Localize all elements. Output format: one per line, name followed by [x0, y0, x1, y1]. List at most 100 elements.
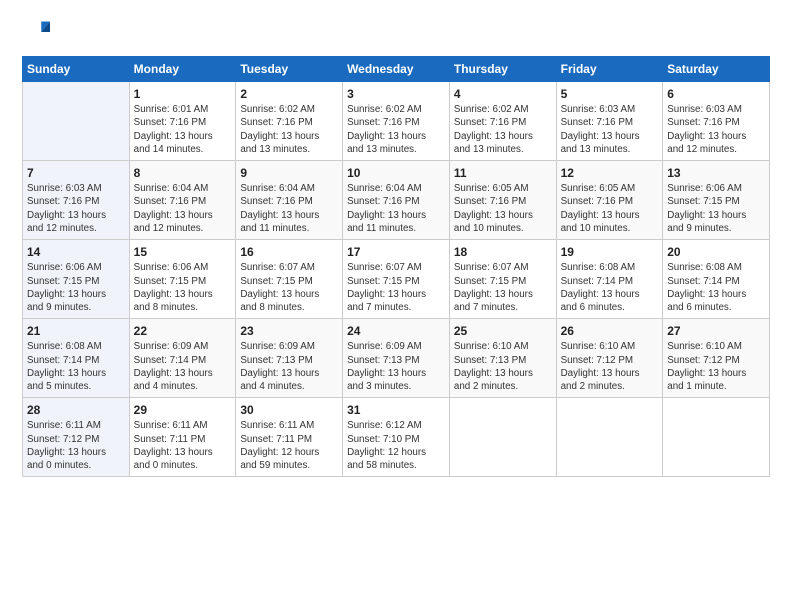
calendar-cell: 10Sunrise: 6:04 AM Sunset: 7:16 PM Dayli…: [343, 161, 450, 240]
day-info: Sunrise: 6:07 AM Sunset: 7:15 PM Dayligh…: [454, 261, 552, 314]
day-info: Sunrise: 6:10 AM Sunset: 7:12 PM Dayligh…: [667, 340, 765, 393]
day-number: 27: [667, 323, 765, 339]
calendar-cell: 31Sunrise: 6:12 AM Sunset: 7:10 PM Dayli…: [343, 398, 450, 477]
calendar-cell: 11Sunrise: 6:05 AM Sunset: 7:16 PM Dayli…: [449, 161, 556, 240]
day-number: 18: [454, 244, 552, 260]
calendar-cell: 21Sunrise: 6:08 AM Sunset: 7:14 PM Dayli…: [23, 319, 130, 398]
day-info: Sunrise: 6:07 AM Sunset: 7:15 PM Dayligh…: [347, 261, 445, 314]
calendar-cell: 7Sunrise: 6:03 AM Sunset: 7:16 PM Daylig…: [23, 161, 130, 240]
calendar-cell: 26Sunrise: 6:10 AM Sunset: 7:12 PM Dayli…: [556, 319, 663, 398]
calendar-cell: 6Sunrise: 6:03 AM Sunset: 7:16 PM Daylig…: [663, 82, 770, 161]
day-info: Sunrise: 6:07 AM Sunset: 7:15 PM Dayligh…: [240, 261, 338, 314]
calendar-cell: 17Sunrise: 6:07 AM Sunset: 7:15 PM Dayli…: [343, 240, 450, 319]
day-info: Sunrise: 6:05 AM Sunset: 7:16 PM Dayligh…: [454, 182, 552, 235]
day-number: 23: [240, 323, 338, 339]
calendar-cell: 28Sunrise: 6:11 AM Sunset: 7:12 PM Dayli…: [23, 398, 130, 477]
day-info: Sunrise: 6:06 AM Sunset: 7:15 PM Dayligh…: [667, 182, 765, 235]
day-number: 15: [134, 244, 232, 260]
day-number: 7: [27, 165, 125, 181]
calendar-cell: 23Sunrise: 6:09 AM Sunset: 7:13 PM Dayli…: [236, 319, 343, 398]
day-info: Sunrise: 6:11 AM Sunset: 7:11 PM Dayligh…: [240, 419, 338, 472]
logo-icon: [22, 18, 50, 46]
day-info: Sunrise: 6:02 AM Sunset: 7:16 PM Dayligh…: [347, 103, 445, 156]
calendar-cell: 15Sunrise: 6:06 AM Sunset: 7:15 PM Dayli…: [129, 240, 236, 319]
calendar-cell: 8Sunrise: 6:04 AM Sunset: 7:16 PM Daylig…: [129, 161, 236, 240]
day-of-week-header: Monday: [129, 57, 236, 82]
calendar-cell: [449, 398, 556, 477]
day-info: Sunrise: 6:08 AM Sunset: 7:14 PM Dayligh…: [667, 261, 765, 314]
calendar-cell: 4Sunrise: 6:02 AM Sunset: 7:16 PM Daylig…: [449, 82, 556, 161]
calendar-week-row: 7Sunrise: 6:03 AM Sunset: 7:16 PM Daylig…: [23, 161, 770, 240]
calendar-cell: 9Sunrise: 6:04 AM Sunset: 7:16 PM Daylig…: [236, 161, 343, 240]
day-number: 28: [27, 402, 125, 418]
day-number: 24: [347, 323, 445, 339]
day-number: 19: [561, 244, 659, 260]
calendar-cell: 30Sunrise: 6:11 AM Sunset: 7:11 PM Dayli…: [236, 398, 343, 477]
day-number: 20: [667, 244, 765, 260]
day-info: Sunrise: 6:02 AM Sunset: 7:16 PM Dayligh…: [454, 103, 552, 156]
calendar-table: SundayMondayTuesdayWednesdayThursdayFrid…: [22, 56, 770, 477]
day-number: 10: [347, 165, 445, 181]
calendar-cell: 27Sunrise: 6:10 AM Sunset: 7:12 PM Dayli…: [663, 319, 770, 398]
day-info: Sunrise: 6:02 AM Sunset: 7:16 PM Dayligh…: [240, 103, 338, 156]
calendar-cell: 1Sunrise: 6:01 AM Sunset: 7:16 PM Daylig…: [129, 82, 236, 161]
day-number: 9: [240, 165, 338, 181]
day-number: 13: [667, 165, 765, 181]
day-info: Sunrise: 6:08 AM Sunset: 7:14 PM Dayligh…: [27, 340, 125, 393]
day-of-week-header: Friday: [556, 57, 663, 82]
day-info: Sunrise: 6:10 AM Sunset: 7:12 PM Dayligh…: [561, 340, 659, 393]
page-container: SundayMondayTuesdayWednesdayThursdayFrid…: [0, 0, 792, 489]
day-number: 14: [27, 244, 125, 260]
day-info: Sunrise: 6:12 AM Sunset: 7:10 PM Dayligh…: [347, 419, 445, 472]
calendar-cell: [23, 82, 130, 161]
day-number: 3: [347, 86, 445, 102]
day-number: 31: [347, 402, 445, 418]
day-of-week-header: Saturday: [663, 57, 770, 82]
calendar-cell: [556, 398, 663, 477]
day-number: 4: [454, 86, 552, 102]
calendar-cell: 20Sunrise: 6:08 AM Sunset: 7:14 PM Dayli…: [663, 240, 770, 319]
day-number: 29: [134, 402, 232, 418]
day-number: 26: [561, 323, 659, 339]
calendar-week-row: 1Sunrise: 6:01 AM Sunset: 7:16 PM Daylig…: [23, 82, 770, 161]
day-info: Sunrise: 6:04 AM Sunset: 7:16 PM Dayligh…: [240, 182, 338, 235]
day-info: Sunrise: 6:09 AM Sunset: 7:13 PM Dayligh…: [347, 340, 445, 393]
day-info: Sunrise: 6:04 AM Sunset: 7:16 PM Dayligh…: [134, 182, 232, 235]
day-number: 6: [667, 86, 765, 102]
day-number: 8: [134, 165, 232, 181]
day-info: Sunrise: 6:03 AM Sunset: 7:16 PM Dayligh…: [561, 103, 659, 156]
day-info: Sunrise: 6:10 AM Sunset: 7:13 PM Dayligh…: [454, 340, 552, 393]
day-of-week-header: Tuesday: [236, 57, 343, 82]
day-number: 16: [240, 244, 338, 260]
calendar-cell: 19Sunrise: 6:08 AM Sunset: 7:14 PM Dayli…: [556, 240, 663, 319]
day-number: 21: [27, 323, 125, 339]
day-number: 11: [454, 165, 552, 181]
day-info: Sunrise: 6:08 AM Sunset: 7:14 PM Dayligh…: [561, 261, 659, 314]
day-number: 1: [134, 86, 232, 102]
day-number: 25: [454, 323, 552, 339]
calendar-cell: 29Sunrise: 6:11 AM Sunset: 7:11 PM Dayli…: [129, 398, 236, 477]
calendar-cell: 12Sunrise: 6:05 AM Sunset: 7:16 PM Dayli…: [556, 161, 663, 240]
day-info: Sunrise: 6:04 AM Sunset: 7:16 PM Dayligh…: [347, 182, 445, 235]
day-info: Sunrise: 6:09 AM Sunset: 7:14 PM Dayligh…: [134, 340, 232, 393]
day-number: 5: [561, 86, 659, 102]
day-info: Sunrise: 6:05 AM Sunset: 7:16 PM Dayligh…: [561, 182, 659, 235]
day-number: 12: [561, 165, 659, 181]
day-info: Sunrise: 6:11 AM Sunset: 7:11 PM Dayligh…: [134, 419, 232, 472]
day-info: Sunrise: 6:03 AM Sunset: 7:16 PM Dayligh…: [667, 103, 765, 156]
day-info: Sunrise: 6:01 AM Sunset: 7:16 PM Dayligh…: [134, 103, 232, 156]
header: [22, 18, 770, 46]
day-of-week-header: Sunday: [23, 57, 130, 82]
day-info: Sunrise: 6:11 AM Sunset: 7:12 PM Dayligh…: [27, 419, 125, 472]
day-of-week-header: Thursday: [449, 57, 556, 82]
calendar-cell: 13Sunrise: 6:06 AM Sunset: 7:15 PM Dayli…: [663, 161, 770, 240]
calendar-week-row: 21Sunrise: 6:08 AM Sunset: 7:14 PM Dayli…: [23, 319, 770, 398]
day-number: 17: [347, 244, 445, 260]
calendar-week-row: 28Sunrise: 6:11 AM Sunset: 7:12 PM Dayli…: [23, 398, 770, 477]
calendar-cell: 14Sunrise: 6:06 AM Sunset: 7:15 PM Dayli…: [23, 240, 130, 319]
day-info: Sunrise: 6:06 AM Sunset: 7:15 PM Dayligh…: [134, 261, 232, 314]
calendar-week-row: 14 Sunrise: 6:06 AM Sunset: 7:15 PM Dayli…: [23, 240, 770, 319]
calendar-cell: 3Sunrise: 6:02 AM Sunset: 7:16 PM Daylig…: [343, 82, 450, 161]
calendar-cell: 2Sunrise: 6:02 AM Sunset: 7:16 PM Daylig…: [236, 82, 343, 161]
calendar-cell: 18Sunrise: 6:07 AM Sunset: 7:15 PM Dayli…: [449, 240, 556, 319]
